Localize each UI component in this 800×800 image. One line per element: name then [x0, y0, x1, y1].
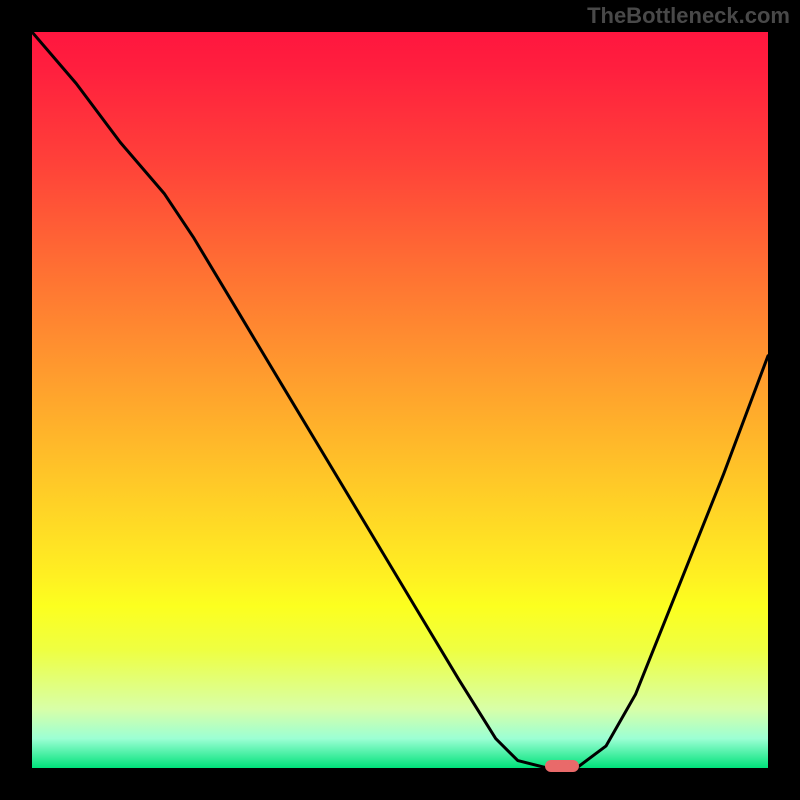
optimum-marker	[545, 760, 579, 772]
bottleneck-curve	[32, 32, 768, 768]
chart-frame: TheBottleneck.com	[0, 0, 800, 800]
watermark-text: TheBottleneck.com	[587, 3, 790, 29]
plot-area	[32, 32, 768, 768]
